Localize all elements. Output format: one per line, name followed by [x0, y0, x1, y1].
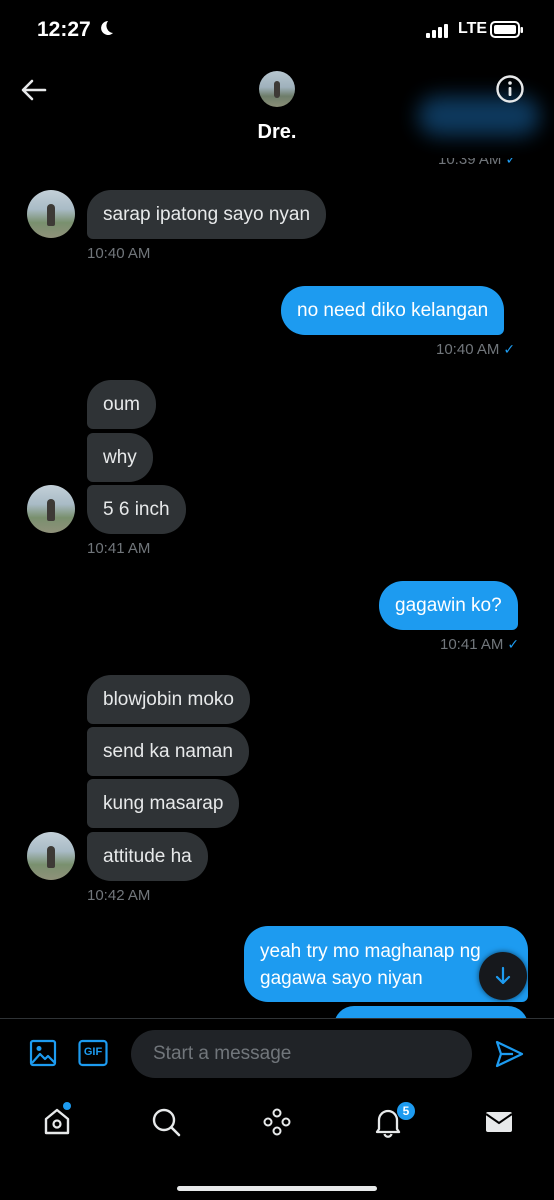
messages-icon[interactable] — [483, 1106, 515, 1138]
home-unread-dot — [63, 1102, 71, 1110]
received-message[interactable]: oum — [87, 380, 156, 429]
received-message[interactable]: why — [87, 433, 153, 482]
back-button[interactable] — [18, 74, 50, 106]
sender-avatar[interactable] — [27, 485, 75, 533]
message-input[interactable] — [131, 1030, 472, 1078]
message-timestamp: 10:42 AM — [87, 887, 151, 904]
send-button[interactable] — [493, 1038, 525, 1075]
home-indicator — [177, 1186, 377, 1191]
carrier-label: LTE — [458, 20, 488, 37]
received-message[interactable]: send ka naman — [87, 727, 249, 776]
received-message[interactable]: blowjobin moko — [87, 675, 250, 724]
read-check-icon: ✓ — [505, 151, 518, 167]
read-check-icon: ✓ — [507, 636, 520, 652]
sender-avatar[interactable] — [27, 190, 75, 238]
sent-message-line: gagawa sayo niyan — [260, 968, 423, 989]
message-timestamp: 10:39 AM ✓ — [438, 151, 518, 168]
send-icon — [495, 1040, 524, 1068]
search-icon[interactable] — [150, 1106, 182, 1138]
back-arrow-icon — [21, 79, 47, 101]
info-icon — [496, 75, 524, 103]
sent-message[interactable]: gagawin ko? — [379, 581, 518, 630]
gif-button[interactable]: GIF — [78, 1039, 108, 1072]
moon-icon — [97, 19, 115, 42]
received-message[interactable]: 5 6 inch — [87, 485, 186, 534]
image-icon — [29, 1039, 57, 1067]
received-message[interactable]: attitude ha — [87, 832, 208, 881]
message-timestamp: 10:40 AM — [87, 245, 151, 262]
message-timestamp: 10:40 AM ✓ — [436, 341, 516, 358]
gif-label: GIF — [83, 1046, 103, 1058]
arrow-down-icon — [495, 966, 511, 985]
header-avatar[interactable] — [259, 71, 295, 107]
home-icon[interactable] — [41, 1106, 73, 1138]
received-message[interactable]: kung masarap — [87, 779, 240, 828]
scroll-to-bottom-button[interactable] — [479, 952, 527, 1000]
sent-message-line: yeah try mo maghanap ng — [260, 941, 481, 962]
sender-avatar[interactable] — [27, 832, 75, 880]
sent-message[interactable]: no need diko kelangan — [281, 286, 505, 335]
received-message[interactable]: sarap ipatong sayo nyan — [87, 190, 327, 239]
message-timestamp: 10:41 AM ✓ — [440, 636, 520, 653]
conversation-name[interactable]: Dre. — [0, 121, 554, 144]
spaces-icon[interactable] — [261, 1106, 293, 1138]
signal-icon — [426, 24, 452, 43]
info-button[interactable] — [494, 73, 526, 105]
status-time: 12:27 — [37, 18, 91, 41]
media-button[interactable] — [29, 1039, 57, 1072]
read-check-icon: ✓ — [503, 341, 516, 357]
notification-badge: 5 — [396, 1101, 416, 1121]
message-timestamp: 10:41 AM — [87, 540, 151, 557]
battery-icon — [490, 20, 524, 45]
